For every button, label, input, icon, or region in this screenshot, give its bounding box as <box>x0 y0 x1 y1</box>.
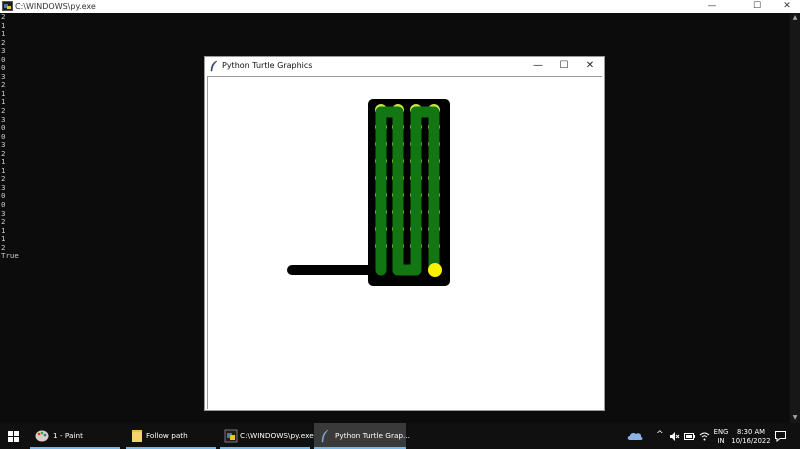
chevron-up-icon[interactable]: ^ <box>656 430 664 440</box>
console-line: 3 <box>1 46 6 56</box>
console-scrollbar[interactable]: ▲ ▼ <box>790 13 800 423</box>
console-line: 2 <box>1 12 6 21</box>
console-minimize-button[interactable]: — <box>697 0 727 13</box>
turtle-canvas[interactable] <box>207 76 602 409</box>
wifi-icon[interactable] <box>699 431 710 441</box>
console-line: 2 <box>1 37 6 47</box>
taskbar-item-turtle[interactable]: Python Turtle Grap... <box>314 423 410 449</box>
turtle-window-title: Python Turtle Graphics <box>222 61 313 70</box>
taskbar-item-follow-path[interactable]: Follow path <box>126 423 216 449</box>
turtle-position <box>428 263 442 277</box>
notification-icon[interactable] <box>775 431 786 442</box>
console-close-button[interactable]: ✕ <box>772 0 800 13</box>
feather-icon <box>321 429 329 443</box>
input-language[interactable]: ENG <box>711 428 731 436</box>
taskbar-item-paint[interactable]: 1 - Paint <box>30 423 120 449</box>
python-console-icon <box>224 429 238 443</box>
scroll-down-arrow-icon[interactable]: ▼ <box>790 413 800 423</box>
taskbar-label: C:\WINDOWS\py.exe <box>240 431 314 440</box>
folder-icon <box>132 430 142 442</box>
console-title: C:\WINDOWS\py.exe <box>15 2 96 11</box>
console-line: 1 <box>1 29 6 39</box>
clock-time[interactable]: 8:30 AM <box>732 428 770 436</box>
paint-icon <box>35 430 49 442</box>
console-line: 1 <box>1 20 6 30</box>
taskbar: 1 - Paint Follow path C:\WINDOWS\py.exe … <box>0 423 800 449</box>
input-region[interactable]: IN <box>711 437 731 445</box>
console-titlebar[interactable]: C:\WINDOWS\py.exe — ☐ ✕ <box>0 0 800 13</box>
turtle-titlebar[interactable]: Python Turtle Graphics — ☐ ✕ <box>205 57 604 75</box>
taskbar-label: 1 - Paint <box>53 431 83 440</box>
clock-date[interactable]: 10/16/2022 <box>730 437 772 445</box>
turtle-drawing <box>287 99 450 286</box>
taskbar-label: Follow path <box>146 431 188 440</box>
turtle-close-button[interactable]: ✕ <box>577 57 603 75</box>
scroll-up-arrow-icon[interactable]: ▲ <box>790 13 800 23</box>
python-console-icon <box>2 1 13 11</box>
console-maximize-button[interactable]: ☐ <box>742 0 772 13</box>
battery-icon[interactable] <box>684 433 695 440</box>
turtle-maximize-button[interactable]: ☐ <box>551 57 577 75</box>
feather-icon <box>210 60 218 72</box>
speaker-muted-icon[interactable] <box>670 432 680 441</box>
turtle-minimize-button[interactable]: — <box>525 57 551 75</box>
taskbar-item-console[interactable]: C:\WINDOWS\py.exe <box>220 423 314 449</box>
taskbar-label: Python Turtle Grap... <box>335 431 410 440</box>
turtle-window[interactable]: Python Turtle Graphics — ☐ ✕ <box>204 56 605 411</box>
onedrive-cloud-icon[interactable] <box>627 431 643 441</box>
windows-start-icon[interactable] <box>8 431 19 442</box>
